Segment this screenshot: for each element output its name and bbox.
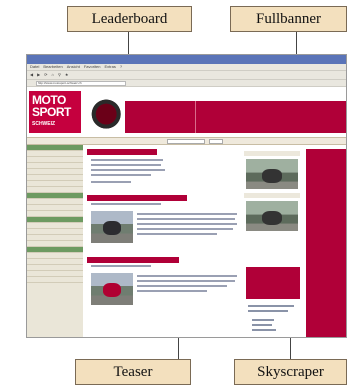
text-line — [137, 233, 217, 235]
teaser-heading-bar — [87, 257, 179, 263]
browser-window: Datei Bearbeiten Ansicht Favoriten Extra… — [26, 54, 347, 338]
address-input[interactable]: http://www.motosport-schweiz.ch — [36, 80, 126, 86]
fullbanner-ad[interactable] — [125, 101, 346, 133]
home-icon[interactable]: ⌂ — [52, 72, 54, 78]
search-button[interactable] — [209, 139, 223, 144]
browser-toolbar: ◀ ▶ ⟳ ⌂ ⚲ ★ — [27, 71, 346, 80]
text-line — [91, 159, 163, 161]
skyscraper-label: Skyscraper — [234, 359, 347, 385]
search-field[interactable] — [167, 139, 205, 144]
text-line — [91, 169, 165, 171]
logo-line2: SPORT — [32, 105, 71, 119]
teaser-label: Teaser — [75, 359, 191, 385]
text-line — [137, 275, 237, 277]
sidebar-item[interactable] — [27, 277, 83, 283]
browser-titlebar — [27, 55, 346, 64]
text-line — [252, 329, 276, 331]
text-line — [252, 324, 272, 326]
website-page: MOTO SPORT SCHWEIZ — [27, 87, 346, 337]
left-sidebar — [27, 145, 83, 337]
text-line — [137, 285, 227, 287]
browser-addressbar: http://www.motosport-schweiz.ch — [27, 80, 346, 87]
teaser-heading-bar — [87, 195, 187, 201]
skyscraper-ad[interactable] — [306, 149, 346, 337]
teaser-ad-box[interactable] — [246, 267, 300, 299]
text-line — [248, 305, 294, 307]
right-column-image[interactable] — [246, 201, 298, 231]
text-line — [137, 213, 237, 215]
text-line — [248, 310, 288, 312]
text-line — [91, 181, 131, 183]
top-nav-bar — [27, 137, 346, 145]
header-motorbike-image — [81, 91, 123, 133]
main-content — [87, 149, 265, 337]
teaser-image[interactable] — [91, 273, 133, 305]
right-column — [244, 149, 302, 337]
menu-item[interactable]: Favoriten — [84, 64, 101, 70]
text-line — [137, 223, 237, 225]
banner-divider — [195, 101, 196, 133]
menu-item[interactable]: Ansicht — [67, 64, 80, 70]
text-line — [252, 319, 274, 321]
menu-item[interactable]: ? — [120, 64, 122, 70]
section-heading-bar — [87, 149, 157, 155]
menu-item[interactable]: Bearbeiten — [43, 64, 62, 70]
forward-icon[interactable]: ▶ — [37, 72, 40, 78]
teaser-image[interactable] — [91, 211, 133, 243]
refresh-icon[interactable]: ⟳ — [44, 72, 47, 78]
right-column-heading — [244, 151, 300, 156]
fullbanner-label: Fullbanner — [230, 6, 347, 32]
back-icon[interactable]: ◀ — [30, 72, 33, 78]
menu-item[interactable]: Extras — [105, 64, 116, 70]
text-line — [91, 164, 161, 166]
text-line — [137, 218, 235, 220]
text-line — [91, 265, 151, 267]
leaderboard-label: Leaderboard — [67, 6, 192, 32]
logo-line3: SCHWEIZ — [32, 121, 56, 127]
right-column-image[interactable] — [246, 159, 298, 189]
right-column-heading — [244, 193, 300, 198]
text-line — [91, 174, 151, 176]
text-line — [137, 228, 233, 230]
text-line — [137, 290, 207, 292]
search-icon[interactable]: ⚲ — [58, 72, 61, 78]
site-header: MOTO SPORT SCHWEIZ — [27, 87, 346, 137]
favorites-icon[interactable]: ★ — [65, 72, 69, 78]
browser-menubar: Datei Bearbeiten Ansicht Favoriten Extra… — [27, 64, 346, 71]
motosport-logo[interactable]: MOTO SPORT SCHWEIZ — [29, 91, 81, 133]
text-line — [91, 203, 161, 205]
text-line — [137, 280, 235, 282]
menu-item[interactable]: Datei — [30, 64, 39, 70]
